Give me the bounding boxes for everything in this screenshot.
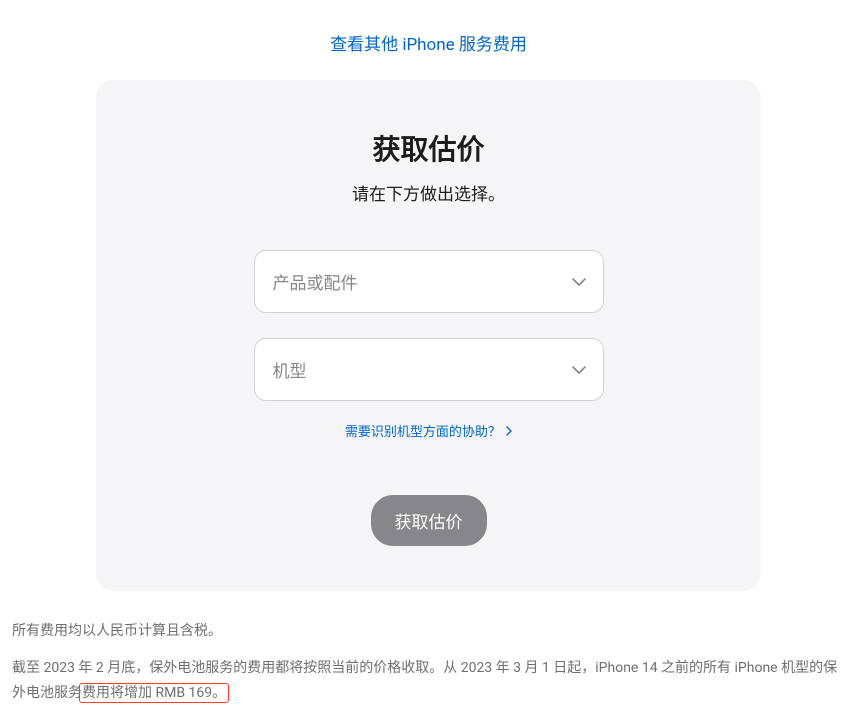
chevron-right-icon <box>506 425 512 440</box>
product-select-placeholder: 产品或配件 <box>273 269 358 294</box>
top-link-container: 查看其他 iPhone 服务费用 <box>0 0 857 80</box>
footer-line-2: 截至 2023 年 2 月底，保外电池服务的费用都将按照当前的价格收取。从 20… <box>12 656 845 706</box>
model-select[interactable]: 机型 <box>254 338 604 401</box>
other-services-link[interactable]: 查看其他 iPhone 服务费用 <box>330 35 527 55</box>
product-select-wrapper: 产品或配件 <box>254 250 604 313</box>
help-link-container: 需要识别机型方面的协助？ <box>136 421 721 440</box>
model-select-placeholder: 机型 <box>273 357 307 382</box>
estimate-card: 获取估价 请在下方做出选择。 产品或配件 机型 需要识别机型方面的协助？ 获取估… <box>96 80 761 591</box>
get-estimate-button[interactable]: 获取估价 <box>371 495 487 546</box>
product-select[interactable]: 产品或配件 <box>254 250 604 313</box>
footer-line-2-highlight: 费用将增加 RMB 169。 <box>82 685 226 701</box>
model-select-wrapper: 机型 <box>254 338 604 401</box>
card-subtitle: 请在下方做出选择。 <box>136 180 721 205</box>
identify-model-help-link[interactable]: 需要识别机型方面的协助？ <box>345 425 512 440</box>
help-link-text: 需要识别机型方面的协助？ <box>345 425 501 440</box>
card-title: 获取估价 <box>136 128 721 168</box>
footer-line-1: 所有费用均以人民币计算且含税。 <box>12 619 845 644</box>
